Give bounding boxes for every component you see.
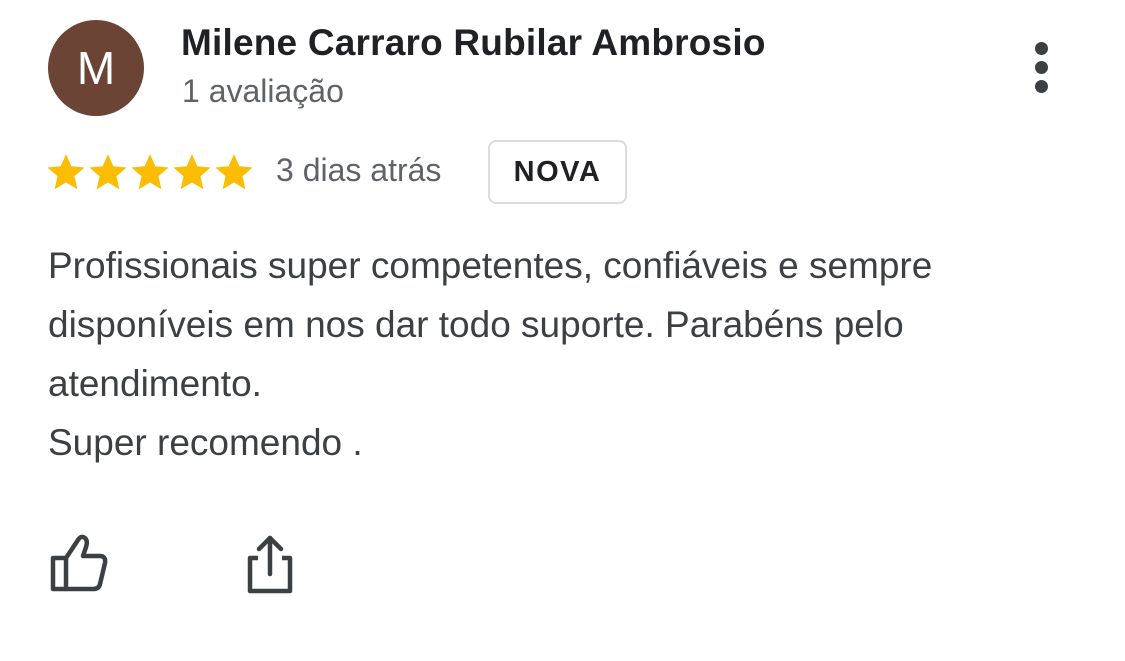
star-icon [215,154,253,190]
like-button[interactable] [48,532,110,594]
review-text: Profissionais super competentes, confiáv… [48,236,1088,472]
review-text-line: Super recomendo . [48,422,363,463]
star-icon [47,154,85,190]
review-card: M Milene Carraro Rubilar Ambrosio 1 aval… [0,0,1125,661]
more-options-button[interactable] [1020,38,1064,98]
review-date: 3 dias atrás [276,152,442,188]
avatar[interactable]: M [48,20,144,116]
star-rating [46,152,256,192]
new-badge: NOVA [488,140,627,204]
reviewer-name[interactable]: Milene Carraro Rubilar Ambrosio [181,22,766,64]
share-button[interactable] [244,534,296,596]
star-icon [89,154,127,190]
star-icon [131,154,169,190]
review-text-line: Profissionais super competentes, confiáv… [48,245,933,404]
thumb-up-icon [50,534,108,592]
reviewer-review-count: 1 avaliação [182,73,344,109]
star-icon [173,154,211,190]
share-icon [247,535,293,594]
